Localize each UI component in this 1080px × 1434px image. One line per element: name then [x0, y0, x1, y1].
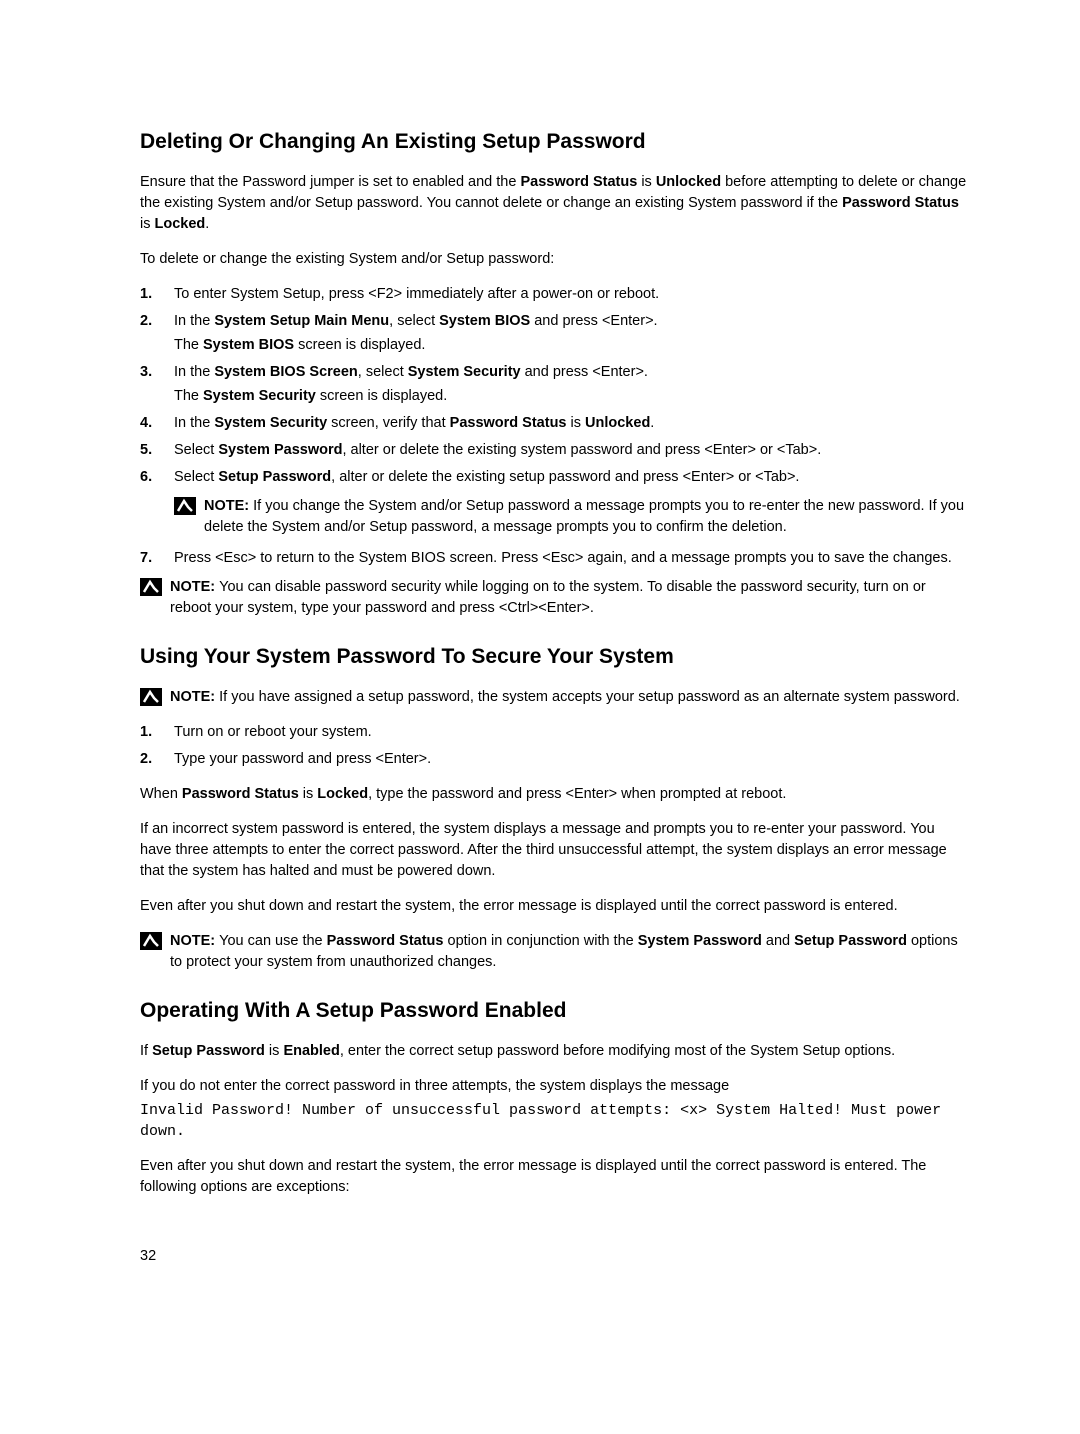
steps-list-1: 1. To enter System Setup, press <F2> imm… [140, 284, 970, 569]
note-icon [140, 688, 162, 706]
heading-using: Using Your System Password To Secure You… [140, 645, 970, 669]
note-block: NOTE: You can disable password security … [140, 577, 970, 619]
note-text: NOTE: If you change the System and/or Se… [204, 496, 970, 538]
lead-paragraph: To delete or change the existing System … [140, 249, 970, 270]
list-item: 2.Type your password and press <Enter>. [140, 749, 970, 770]
note-block: NOTE: If you change the System and/or Se… [174, 496, 970, 538]
note-text: NOTE: If you have assigned a setup passw… [170, 687, 960, 708]
list-item: 7. Press <Esc> to return to the System B… [140, 548, 970, 569]
note-icon [140, 578, 162, 596]
page-number: 32 [140, 1248, 970, 1264]
list-item: 1. To enter System Setup, press <F2> imm… [140, 284, 970, 305]
body-paragraph: When Password Status is Locked, type the… [140, 784, 970, 805]
command-output: Invalid Password! Number of unsuccessful… [140, 1101, 970, 1142]
list-item: 2. In the System Setup Main Menu, select… [140, 311, 970, 356]
list-item: 3. In the System BIOS Screen, select Sys… [140, 362, 970, 407]
note-block: NOTE: If you have assigned a setup passw… [140, 687, 970, 708]
note-text: NOTE: You can use the Password Status op… [170, 931, 970, 973]
note-icon [140, 932, 162, 950]
document-page: Deleting Or Changing An Existing Setup P… [0, 0, 1080, 1324]
note-icon [174, 497, 196, 515]
list-item: 5. Select System Password, alter or dele… [140, 440, 970, 461]
body-paragraph: If an incorrect system password is enter… [140, 819, 970, 882]
note-text: NOTE: You can disable password security … [170, 577, 970, 619]
list-item: 1.Turn on or reboot your system. [140, 722, 970, 743]
list-item: 6. Select Setup Password, alter or delet… [140, 467, 970, 538]
heading-deleting: Deleting Or Changing An Existing Setup P… [140, 130, 970, 154]
list-item: 4. In the System Security screen, verify… [140, 413, 970, 434]
steps-list-2: 1.Turn on or reboot your system. 2.Type … [140, 722, 970, 770]
note-block: NOTE: You can use the Password Status op… [140, 931, 970, 973]
body-paragraph: If you do not enter the correct password… [140, 1076, 970, 1097]
intro-paragraph: Ensure that the Password jumper is set t… [140, 172, 970, 235]
body-paragraph: If Setup Password is Enabled, enter the … [140, 1041, 970, 1062]
heading-operating: Operating With A Setup Password Enabled [140, 999, 970, 1023]
body-paragraph: Even after you shut down and restart the… [140, 1156, 970, 1198]
body-paragraph: Even after you shut down and restart the… [140, 896, 970, 917]
